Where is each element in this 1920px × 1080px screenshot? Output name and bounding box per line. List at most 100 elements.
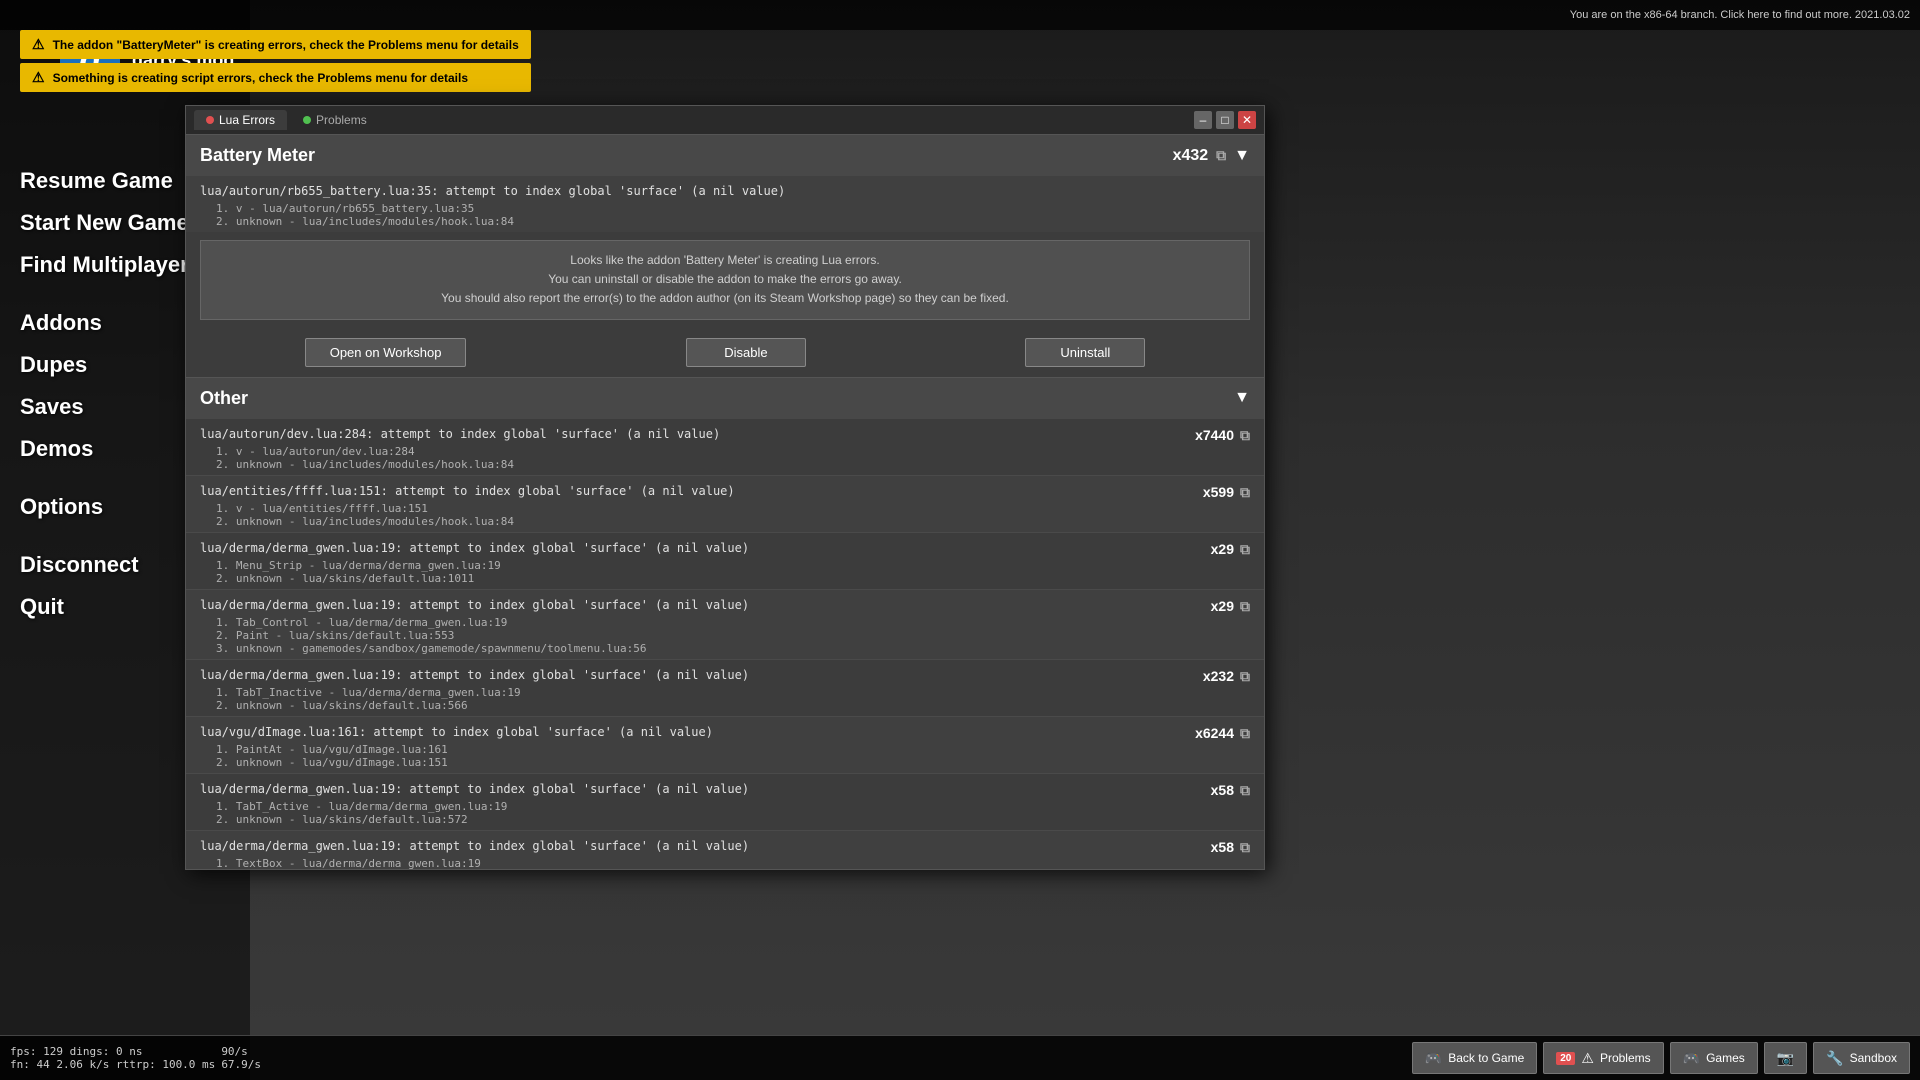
- error-count-4: x232 ⧉: [1203, 664, 1250, 685]
- stats-right-1: 90/s: [221, 1045, 261, 1058]
- lua-errors-dialog: Lua Errors Problems – □ ✕ Battery Meter …: [185, 105, 1265, 870]
- disable-button[interactable]: Disable: [686, 338, 806, 367]
- info-text: Looks like the addon 'Battery Meter' is …: [441, 253, 1009, 305]
- error-count-3: x29 ⧉: [1211, 594, 1250, 615]
- games-icon: 🎮: [1683, 1050, 1700, 1067]
- copy-icon-4[interactable]: ⧉: [1240, 668, 1250, 685]
- error-entry-5: lua/vgu/dImage.lua:161: attempt to index…: [186, 717, 1264, 774]
- error-main-6: lua/derma/derma_gwen.lua:19: attempt to …: [200, 778, 1211, 800]
- copy-icon-2[interactable]: ⧉: [1240, 541, 1250, 558]
- branch-text[interactable]: You are on the x86-64 branch. Click here…: [1570, 9, 1910, 21]
- minimize-button[interactable]: –: [1194, 111, 1212, 129]
- error-main-1: lua/entities/ffff.lua:151: attempt to in…: [200, 480, 1203, 502]
- problems-button[interactable]: 20 ⚠ Problems: [1543, 1042, 1663, 1074]
- error-count-5: x6244 ⧉: [1195, 721, 1250, 742]
- games-label: Games: [1706, 1051, 1745, 1065]
- error-main-0: lua/autorun/dev.lua:284: attempt to inde…: [200, 423, 1195, 445]
- notification-text-0: The addon "BatteryMeter" is creating err…: [53, 38, 519, 52]
- error-content-4: lua/derma/derma_gwen.lua:19: attempt to …: [200, 664, 1203, 712]
- close-button[interactable]: ✕: [1238, 111, 1256, 129]
- error-entry-6: lua/derma/derma_gwen.lua:19: attempt to …: [186, 774, 1264, 831]
- error-entry-4: lua/derma/derma_gwen.lua:19: attempt to …: [186, 660, 1264, 717]
- warning-icon-1: ⚠: [32, 69, 45, 86]
- stats-line-1: fps: 129 dings: 0 ns: [10, 1045, 215, 1058]
- error-count-7: x58 ⧉: [1211, 835, 1250, 856]
- tab-indicator-green: [303, 116, 311, 124]
- problems-label: Problems: [1600, 1051, 1651, 1065]
- error-trace-6-1: 2. unknown - lua/skins/default.lua:572: [200, 813, 1211, 826]
- screenshots-button[interactable]: 📷: [1764, 1042, 1807, 1074]
- notification-1[interactable]: ⚠ Something is creating script errors, c…: [20, 63, 531, 92]
- problems-icon: ⚠: [1581, 1050, 1594, 1067]
- battery-error-trace-0: 1. v - lua/autorun/rb655_battery.lua:35: [200, 202, 1250, 215]
- error-main-5: lua/vgu/dImage.lua:161: attempt to index…: [200, 721, 1195, 743]
- error-count-6: x58 ⧉: [1211, 778, 1250, 799]
- error-content-7: lua/derma/derma_gwen.lua:19: attempt to …: [200, 835, 1211, 869]
- sandbox-button[interactable]: 🔧 Sandbox: [1813, 1042, 1910, 1074]
- error-entry-2: lua/derma/derma_gwen.lua:19: attempt to …: [186, 533, 1264, 590]
- bottom-left: fps: 129 dings: 0 ns fn: 44 2.06 k/s rtt…: [10, 1045, 261, 1071]
- battery-copy-icon[interactable]: ⧉: [1216, 147, 1226, 164]
- sandbox-label: Sandbox: [1850, 1051, 1897, 1065]
- bottom-bar: fps: 129 dings: 0 ns fn: 44 2.06 k/s rtt…: [0, 1035, 1920, 1080]
- error-count-2: x29 ⧉: [1211, 537, 1250, 558]
- notification-0[interactable]: ⚠ The addon "BatteryMeter" is creating e…: [20, 30, 531, 59]
- uninstall-button[interactable]: Uninstall: [1025, 338, 1145, 367]
- error-trace-3-0: 1. Tab_Control - lua/derma/derma_gwen.lu…: [200, 616, 1211, 629]
- copy-icon-7[interactable]: ⧉: [1240, 839, 1250, 856]
- problems-badge: 20: [1556, 1052, 1575, 1065]
- error-trace-0-1: 2. unknown - lua/includes/modules/hook.l…: [200, 458, 1195, 471]
- bottom-stats: fps: 129 dings: 0 ns fn: 44 2.06 k/s rtt…: [10, 1045, 215, 1071]
- copy-icon-1[interactable]: ⧉: [1240, 484, 1250, 501]
- error-trace-5-1: 2. unknown - lua/vgu/dImage.lua:151: [200, 756, 1195, 769]
- copy-icon-0[interactable]: ⧉: [1240, 427, 1250, 444]
- bottom-stats-right: 90/s 67.9/s: [221, 1045, 261, 1071]
- copy-icon-6[interactable]: ⧉: [1240, 782, 1250, 799]
- error-entry-3: lua/derma/derma_gwen.lua:19: attempt to …: [186, 590, 1264, 660]
- error-main-7: lua/derma/derma_gwen.lua:19: attempt to …: [200, 835, 1211, 857]
- error-trace-3-2: 3. unknown - gamemodes/sandbox/gamemode/…: [200, 642, 1211, 655]
- stats-line-2: fn: 44 2.06 k/s rttrp: 100.0 ms: [10, 1058, 215, 1071]
- battery-error-block: lua/autorun/rb655_battery.lua:35: attemp…: [186, 176, 1264, 232]
- notification-text-1: Something is creating script errors, che…: [53, 71, 468, 85]
- error-trace-4-1: 2. unknown - lua/skins/default.lua:566: [200, 699, 1203, 712]
- back-to-game-button[interactable]: 🎮 Back to Game: [1412, 1042, 1537, 1074]
- error-count-1: x599 ⧉: [1203, 480, 1250, 501]
- copy-icon-3[interactable]: ⧉: [1240, 598, 1250, 615]
- error-content-6: lua/derma/derma_gwen.lua:19: attempt to …: [200, 778, 1211, 826]
- battery-count-text: x432: [1173, 147, 1209, 165]
- other-collapse-icon[interactable]: ▼: [1234, 389, 1250, 407]
- dialog-titlebar: Lua Errors Problems – □ ✕: [186, 106, 1264, 135]
- collapse-icon[interactable]: ▼: [1234, 147, 1250, 165]
- battery-section-count: x432 ⧉ ▼: [1173, 147, 1250, 165]
- back-to-game-label: Back to Game: [1448, 1051, 1524, 1065]
- error-trace-3-1: 2. Paint - lua/skins/default.lua:553: [200, 629, 1211, 642]
- error-entry-7: lua/derma/derma_gwen.lua:19: attempt to …: [186, 831, 1264, 869]
- error-count-0: x7440 ⧉: [1195, 423, 1250, 444]
- error-trace-1-1: 2. unknown - lua/includes/modules/hook.l…: [200, 515, 1203, 528]
- tab-indicator-red: [206, 116, 214, 124]
- tab-problems[interactable]: Problems: [291, 110, 379, 130]
- games-button[interactable]: 🎮 Games: [1670, 1042, 1758, 1074]
- battery-section-title: Battery Meter: [200, 145, 315, 166]
- copy-icon-5[interactable]: ⧉: [1240, 725, 1250, 742]
- tab-problems-label: Problems: [316, 113, 367, 127]
- error-trace-1-0: 1. v - lua/entities/ffff.lua:151: [200, 502, 1203, 515]
- battery-error-trace-1: 2. unknown - lua/includes/modules/hook.l…: [200, 215, 1250, 228]
- action-buttons: Open on Workshop Disable Uninstall: [186, 328, 1264, 377]
- error-content-5: lua/vgu/dImage.lua:161: attempt to index…: [200, 721, 1195, 769]
- maximize-button[interactable]: □: [1216, 111, 1234, 129]
- bottom-right: 🎮 Back to Game 20 ⚠ Problems 🎮 Games 📷 🔧…: [1412, 1042, 1910, 1074]
- error-trace-2-1: 2. unknown - lua/skins/default.lua:1011: [200, 572, 1211, 585]
- other-section: Other ▼ lua/autorun/dev.lua:284: attempt…: [186, 378, 1264, 869]
- screenshots-icon: 📷: [1777, 1050, 1794, 1067]
- tab-lua-errors-label: Lua Errors: [219, 113, 275, 127]
- open-workshop-button[interactable]: Open on Workshop: [305, 338, 467, 367]
- error-list[interactable]: lua/autorun/dev.lua:284: attempt to inde…: [186, 419, 1264, 869]
- top-bar[interactable]: You are on the x86-64 branch. Click here…: [0, 0, 1920, 30]
- error-trace-6-0: 1. TabT_Active - lua/derma/derma_gwen.lu…: [200, 800, 1211, 813]
- tab-lua-errors[interactable]: Lua Errors: [194, 110, 287, 130]
- other-section-header: Other ▼: [186, 378, 1264, 419]
- error-main-4: lua/derma/derma_gwen.lua:19: attempt to …: [200, 664, 1203, 686]
- other-section-count: ▼: [1234, 389, 1250, 407]
